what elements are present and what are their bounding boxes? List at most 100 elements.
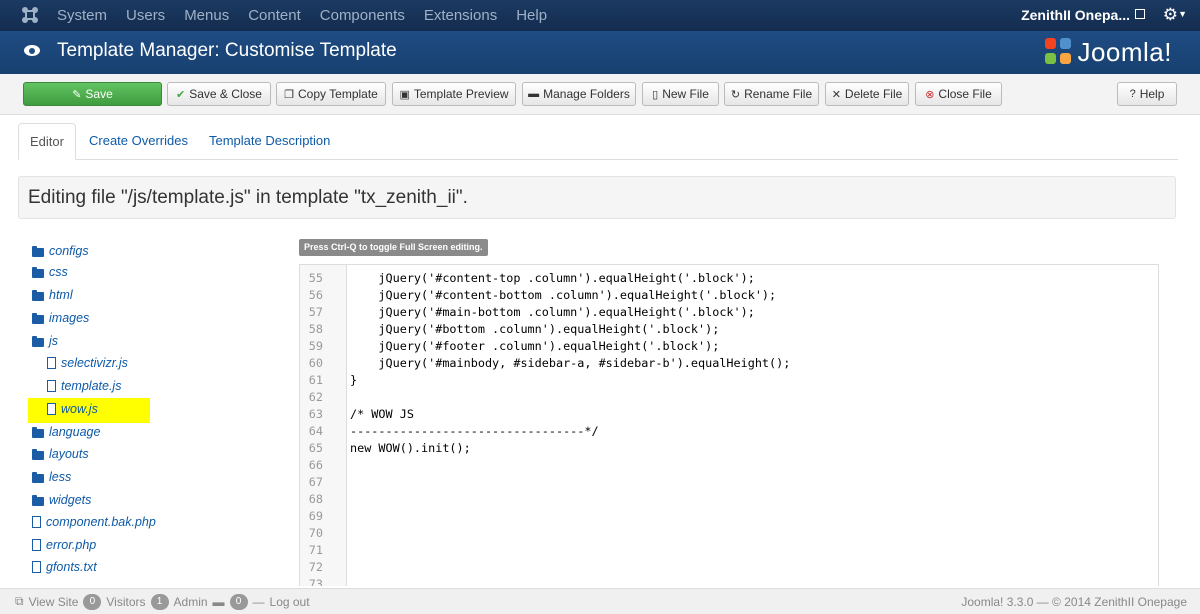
cancel-circle-icon: ⊗ (925, 88, 935, 101)
help-button[interactable]: ? Help (1117, 82, 1177, 106)
menu-components[interactable]: Components (320, 7, 405, 24)
tree-folder-css[interactable]: css (32, 262, 68, 282)
status-left: ⧉ View Site 0 Visitors 1 Admin ▬ 0 — Log… (15, 589, 315, 614)
admin-count-badge: 1 (150, 593, 169, 610)
tree-file-component-bak[interactable]: component.bak.php (32, 512, 156, 532)
code-line: 63/* WOW JS (308, 407, 414, 421)
file-icon (32, 561, 41, 573)
tree-file-selectivizr[interactable]: selectivizr.js (47, 353, 128, 373)
menu-extensions[interactable]: Extensions (424, 7, 497, 24)
code-line: 73 (308, 577, 323, 586)
joomla-wordmark: Joomla! (1077, 36, 1172, 67)
page-header: Template Manager: Customise Template Joo… (0, 31, 1200, 74)
new-file-button[interactable]: ▯ New File (642, 82, 719, 106)
rename-file-button[interactable]: ↻ Rename File (724, 82, 819, 106)
edit-icon: ✎ (72, 88, 82, 101)
folder-icon (32, 312, 44, 324)
code-line: 67 (308, 475, 323, 489)
site-name-link[interactable]: ZenithII Onepa... (1021, 7, 1130, 23)
delete-icon: ✕ (831, 88, 841, 101)
refresh-icon: ↻ (730, 88, 741, 101)
code-line: 71 (308, 543, 323, 557)
joomla-logo-icon[interactable] (21, 6, 39, 24)
status-bar: ⧉ View Site 0 Visitors 1 Admin ▬ 0 — Log… (0, 588, 1200, 614)
check-icon: ✔ (176, 88, 186, 101)
eye-icon (24, 45, 40, 56)
external-link-icon: ⧉ (15, 594, 24, 608)
menu-menus[interactable]: Menus (184, 7, 229, 24)
copy-template-button[interactable]: ❐ Copy Template (276, 82, 386, 106)
footer-copyright: Joomla! 3.3.0 — © 2014 ZenithII Onepage (961, 595, 1187, 609)
code-line: 58 jQuery('#bottom .column').equalHeight… (308, 322, 720, 336)
folder-icon (32, 266, 44, 278)
messages-count-badge: 0 (229, 593, 248, 610)
file-icon (47, 380, 56, 392)
visitors-label: Visitors (106, 594, 146, 609)
folder-icon (32, 426, 44, 438)
logout-link[interactable]: Log out (270, 595, 310, 609)
tree-folder-widgets[interactable]: widgets (32, 490, 91, 510)
code-line: 72 (308, 560, 323, 574)
gear-icon[interactable]: ⚙ (1163, 5, 1178, 25)
code-line: 66 (308, 458, 323, 472)
code-editor[interactable]: 55 jQuery('#content-top .column').equalH… (299, 264, 1159, 586)
admin-label: Admin (173, 594, 208, 609)
joomla-mark-icon (1045, 38, 1073, 66)
file-icon (47, 357, 56, 369)
menu-system[interactable]: System (57, 7, 107, 24)
tab-create-overrides[interactable]: Create Overrides (89, 123, 188, 159)
code-line-highlighted: 65 new WOW().init(); (308, 441, 471, 455)
top-nav: System Users Menus Content Components Ex… (0, 0, 1200, 31)
external-link-icon[interactable] (1135, 9, 1145, 19)
editing-file-banner: Editing file "/js/template.js" in templa… (18, 176, 1176, 219)
chevron-down-icon[interactable]: ▼ (1178, 9, 1187, 19)
folder-icon (32, 494, 44, 506)
code-line: 57 jQuery('#main-bottom .column').equalH… (308, 305, 755, 319)
code-line: 68 (308, 492, 323, 506)
code-line: 70 (308, 526, 323, 540)
file-icon (47, 403, 56, 415)
tree-file-wow-js[interactable]: wow.js (47, 399, 98, 419)
code-line: 55 jQuery('#content-top .column').equalH… (308, 271, 755, 285)
folder-icon: ▬ (528, 88, 540, 100)
tab-bar: Editor Create Overrides Template Descrip… (18, 123, 1178, 160)
image-icon: ▣ (399, 88, 410, 101)
delete-file-button[interactable]: ✕ Delete File (825, 82, 909, 106)
menu-users[interactable]: Users (126, 7, 165, 24)
tree-folder-less[interactable]: less (32, 467, 71, 487)
editing-file-message: Editing file "/js/template.js" in templa… (28, 187, 468, 208)
tree-file-template-js[interactable]: template.js (47, 376, 121, 396)
code-line: 64 ---------------------------------*/ (308, 424, 599, 438)
tree-folder-images[interactable]: images (32, 308, 89, 328)
joomla-brand-logo: Joomla! (1045, 34, 1172, 70)
message-icon: ▬ (212, 594, 225, 609)
folder-icon (32, 448, 44, 460)
tree-file-error-php[interactable]: error.php (32, 535, 96, 555)
tab-template-description[interactable]: Template Description (209, 123, 330, 159)
toolbar: ✎ Save ✔ Save & Close ❐ Copy Template ▣ Temp… (0, 74, 1200, 115)
tree-folder-layouts[interactable]: layouts (32, 444, 89, 464)
code-line: 59 jQuery('#footer .column').equalHeight… (308, 339, 720, 353)
view-site-link[interactable]: View Site (29, 595, 79, 609)
menu-content[interactable]: Content (248, 7, 301, 24)
tree-folder-js[interactable]: js (32, 331, 58, 351)
code-line: 60 jQuery('#mainbody, #sidebar-a, #sideb… (308, 356, 791, 370)
tree-folder-language[interactable]: language (32, 422, 100, 442)
code-line: 62 (308, 390, 323, 404)
close-file-button[interactable]: ⊗ Close File (915, 82, 1002, 106)
menu-help[interactable]: Help (516, 7, 547, 24)
save-close-button[interactable]: ✔ Save & Close (167, 82, 271, 106)
save-button[interactable]: ✎ Save (23, 82, 162, 106)
code-line: 61} (308, 373, 358, 387)
folder-icon (32, 471, 44, 483)
folder-icon (32, 289, 44, 301)
manage-folders-button[interactable]: ▬ Manage Folders (522, 82, 636, 106)
tree-file-gfonts[interactable]: gfonts.txt (32, 557, 97, 577)
tree-folder-html[interactable]: html (32, 285, 73, 305)
code-line: 56 jQuery('#content-bottom .column').equ… (308, 288, 777, 302)
file-icon (32, 539, 41, 551)
tab-editor[interactable]: Editor (18, 123, 76, 160)
tree-folder-configs[interactable]: configs (32, 241, 89, 261)
folder-icon (32, 245, 44, 257)
template-preview-button[interactable]: ▣ Template Preview (392, 82, 516, 106)
